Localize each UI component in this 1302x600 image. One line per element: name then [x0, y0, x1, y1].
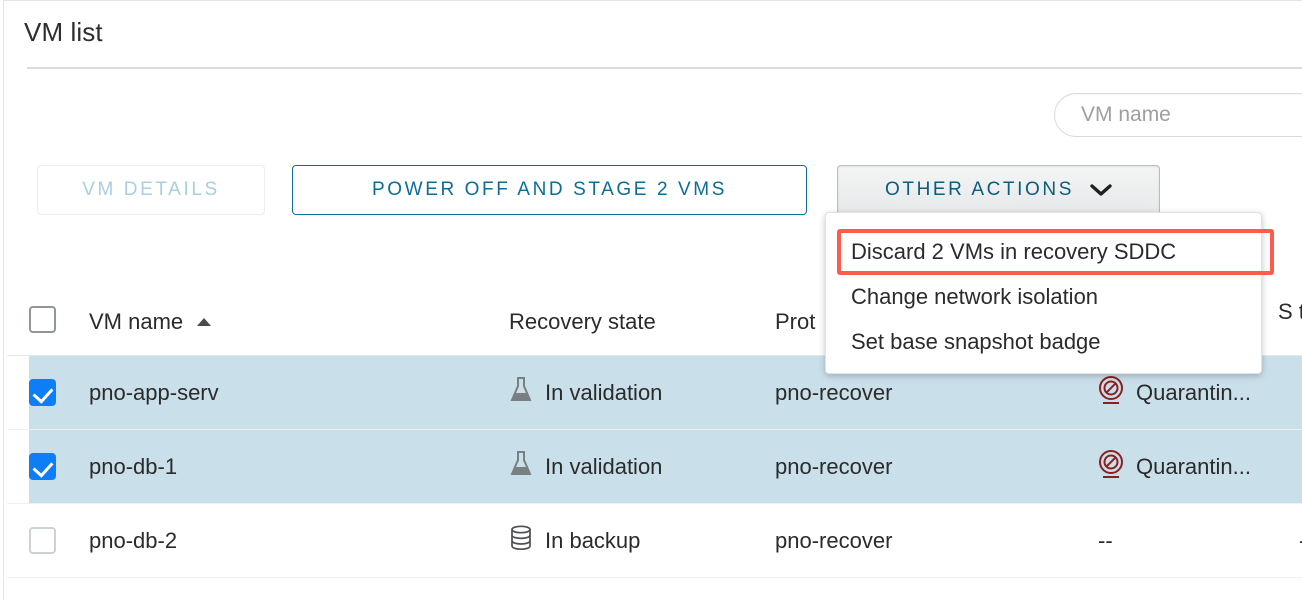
column-header-vm-name[interactable]: VM name [89, 309, 212, 335]
row-checkbox[interactable] [29, 379, 56, 406]
page-title: VM list [24, 17, 103, 47]
recovery-state-cell: In backup [509, 504, 640, 577]
quarantine-ban-icon [1098, 449, 1124, 485]
protection-group-cell: pno-recover [775, 527, 893, 553]
snapshot-badge-label: Quarantin... [1136, 453, 1251, 479]
other-actions-label: OTHER ACTIONS [885, 179, 1074, 200]
database-icon [509, 524, 533, 558]
snapshot-badge-cell: Quarantin... [1098, 430, 1251, 503]
snapshot-badge-label: Quarantin... [1136, 379, 1251, 405]
menu-item-change-network-isolation[interactable]: Change network isolation [826, 274, 1263, 319]
menu-item-set-base-snapshot-badge[interactable]: Set base snapshot badge [826, 319, 1263, 364]
quarantine-ban-icon [1098, 375, 1124, 411]
other-actions-button[interactable]: OTHER ACTIONS [837, 165, 1160, 215]
vm-name-search [1054, 93, 1302, 137]
vm-details-button[interactable]: VM DETAILS [37, 165, 265, 215]
vm-list-card: VM list VM DETAILS POWER OFF AND STAGE 2… [3, 0, 1302, 600]
recovery-state-label: In backup [545, 527, 641, 553]
other-actions-dropdown-menu: Discard 2 VMs in recovery SDDC Change ne… [825, 212, 1262, 374]
column-header-snapshot[interactable]: S t [1278, 299, 1302, 326]
select-all-checkbox[interactable] [29, 306, 56, 333]
column-header-protection-group[interactable]: Prot [775, 309, 815, 335]
row-checkbox[interactable] [29, 527, 56, 554]
row-checkbox-cell [29, 356, 69, 429]
menu-item-discard-vms[interactable]: Discard 2 VMs in recovery SDDC [826, 229, 1263, 274]
title-divider [27, 67, 1302, 69]
row-checkbox-cell [29, 504, 69, 577]
sort-ascending-icon [196, 317, 212, 327]
protection-group-cell: pno-recover [775, 453, 893, 479]
column-header-recovery-state[interactable]: Recovery state [509, 309, 656, 335]
row-checkbox-cell [29, 430, 69, 503]
recovery-state-cell: In validation [509, 356, 662, 429]
snapshot-badge-label: -- [1098, 527, 1113, 553]
recovery-state-cell: In validation [509, 430, 662, 503]
chevron-down-icon [1090, 183, 1112, 197]
column-header-vm-name-label: VM name [89, 309, 184, 334]
table-row[interactable]: pno-db-1 In validation pno-recover Quara… [7, 430, 1302, 504]
row-checkbox[interactable] [29, 453, 56, 480]
recovery-state-label: In validation [545, 453, 663, 479]
flask-icon [509, 450, 533, 484]
vm-name-link[interactable]: pno-db-2 [89, 504, 177, 577]
select-all-checkbox-cell [29, 306, 56, 333]
search-input[interactable] [1054, 93, 1302, 137]
power-off-and-stage-button[interactable]: POWER OFF AND STAGE 2 VMS [292, 165, 807, 215]
recovery-state-label: In validation [545, 379, 663, 405]
table-row[interactable]: pno-db-2 In backup pno-recover -- - [7, 504, 1302, 578]
vm-name-link[interactable]: pno-app-serv [89, 356, 219, 429]
snapshot-badge-cell: -- [1098, 504, 1113, 577]
vm-name-link[interactable]: pno-db-1 [89, 430, 177, 503]
flask-icon [509, 376, 533, 410]
